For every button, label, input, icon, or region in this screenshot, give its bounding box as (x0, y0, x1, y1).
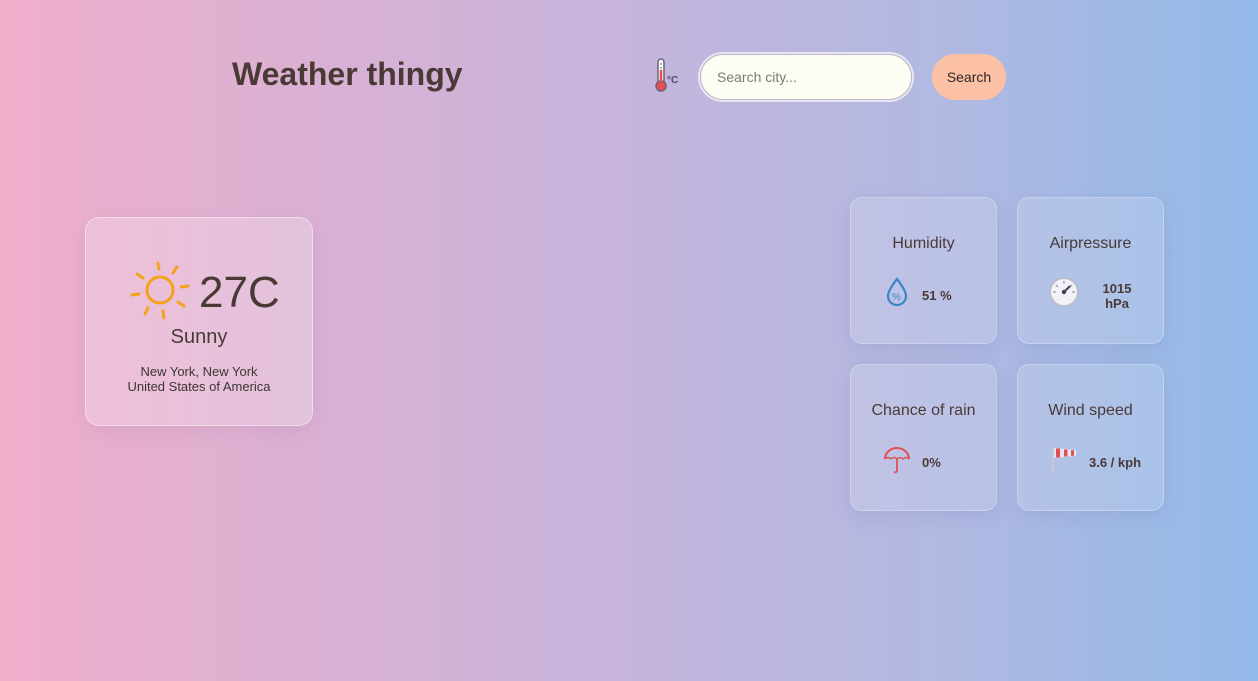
location-city: New York, New York (140, 364, 258, 379)
search-button[interactable]: Search (932, 54, 1006, 100)
humidity-title: Humidity (892, 235, 955, 252)
svg-text:%: % (892, 292, 901, 303)
humidity-drop-icon: % (886, 277, 908, 307)
airpressure-unit: hPa (1105, 296, 1129, 311)
humidity-card: Humidity % 51 % (850, 197, 997, 344)
location-country: United States of America (127, 379, 271, 394)
wind-speed-title: Wind speed (1048, 402, 1133, 419)
chance-of-rain-card: Chance of rain 0% (850, 364, 997, 511)
barometer-gauge-icon (1049, 277, 1079, 307)
sun-icon (130, 261, 190, 320)
airpressure-card: Airpressure 1015 hPa (1017, 197, 1164, 344)
thermometer-icon: °C (655, 58, 678, 92)
chance-of-rain-value: 0% (922, 455, 941, 470)
humidity-value: 51 % (922, 288, 952, 303)
airpressure-number: 1015 (1102, 281, 1132, 296)
airpressure-value: 1015 hPa (1102, 281, 1132, 311)
chance-of-rain-title: Chance of rain (871, 402, 976, 419)
app-title: Weather thingy (232, 56, 463, 92)
unit-label: °C (667, 75, 678, 86)
current-weather-card: 27C Sunny New York, New York United Stat… (85, 217, 313, 426)
windsock-icon (1051, 447, 1076, 473)
current-temperature: 27C (199, 268, 280, 317)
airpressure-title: Airpressure (1049, 235, 1132, 252)
wind-speed-value: 3.6 / kph (1089, 455, 1142, 470)
current-location: New York, New York United States of Amer… (86, 364, 312, 394)
current-condition: Sunny (170, 326, 228, 348)
search-input[interactable] (700, 54, 912, 100)
temperature-unit-toggle[interactable]: °C (648, 56, 684, 96)
wind-speed-card: Wind speed 3.6 / kph (1017, 364, 1164, 511)
umbrella-icon (884, 447, 910, 474)
